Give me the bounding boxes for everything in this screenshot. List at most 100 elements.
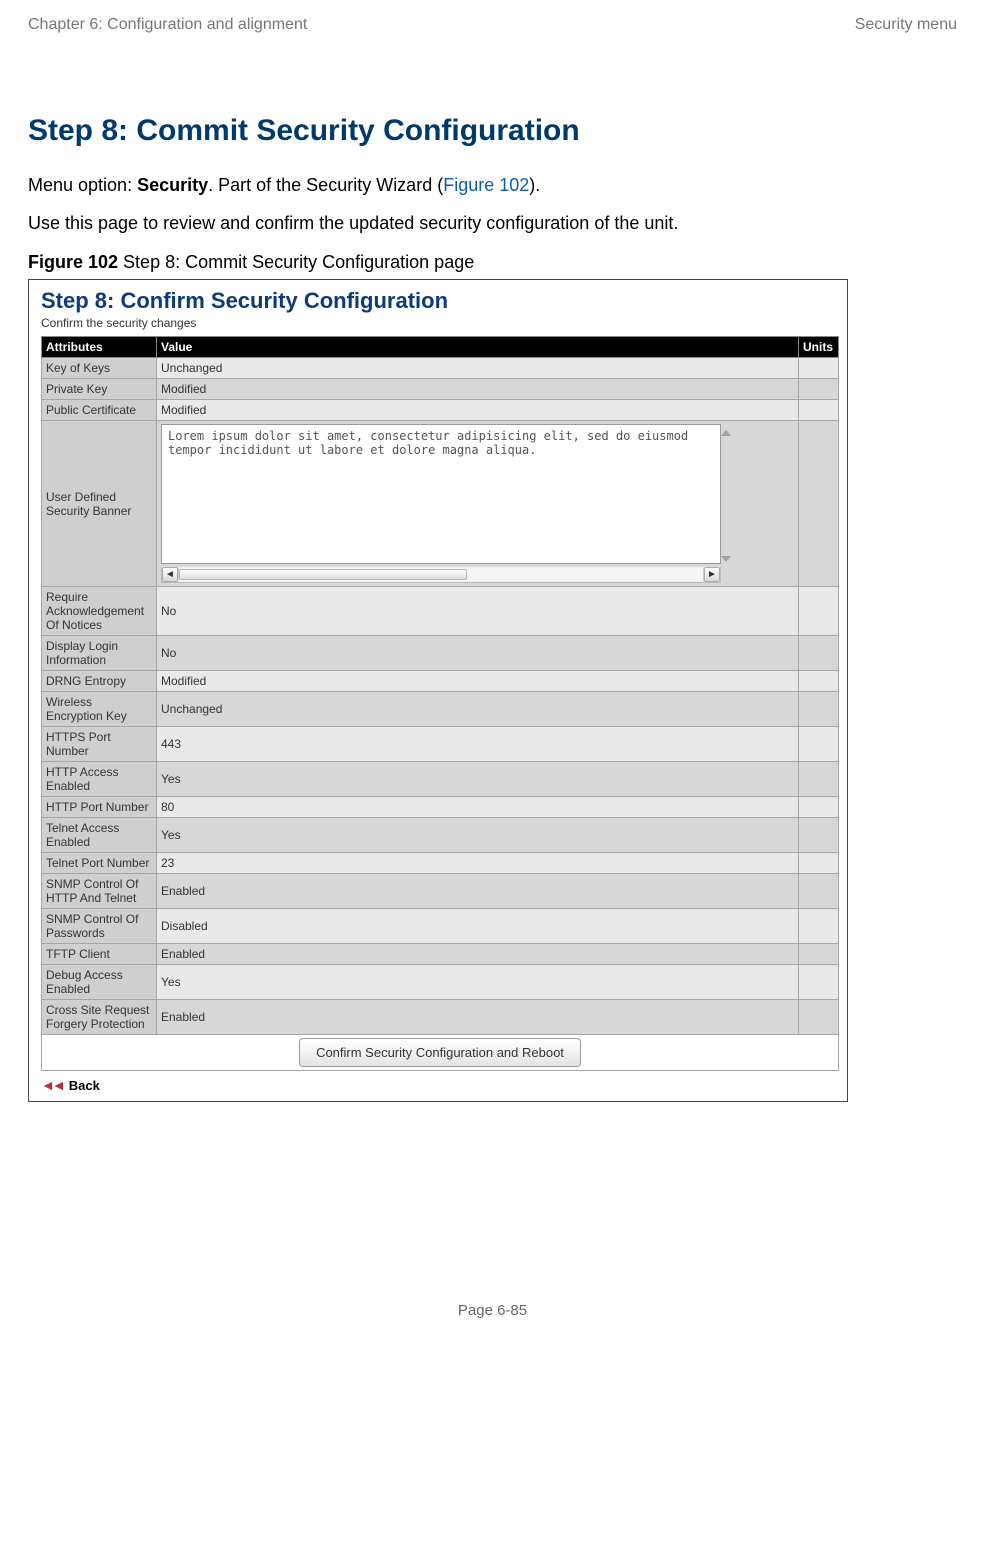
attr-cell: Wireless Encryption Key (42, 692, 157, 727)
value-cell: No (157, 587, 799, 636)
table-row: Public CertificateModified (42, 400, 839, 421)
attr-cell: Public Certificate (42, 400, 157, 421)
horizontal-scrollbar[interactable]: ◄► (161, 566, 721, 583)
units-cell (799, 727, 839, 762)
table-row: HTTPS Port Number443 (42, 727, 839, 762)
chapter-label: Chapter 6: Configuration and alignment (28, 16, 307, 34)
back-label: Back (69, 1078, 100, 1093)
table-row: Telnet Port Number23 (42, 853, 839, 874)
security-banner-textarea[interactable]: Lorem ipsum dolor sit amet, consectetur … (161, 424, 721, 564)
attr-cell: Require Acknowledgement Of Notices (42, 587, 157, 636)
value-cell: Yes (157, 818, 799, 853)
value-cell: 443 (157, 727, 799, 762)
units-cell (799, 358, 839, 379)
units-cell (799, 400, 839, 421)
table-row: DRNG EntropyModified (42, 671, 839, 692)
units-cell (799, 421, 839, 587)
units-cell (799, 874, 839, 909)
table-row: Wireless Encryption KeyUnchanged (42, 692, 839, 727)
table-row: Display Login InformationNo (42, 636, 839, 671)
attributes-table: Attributes Value Units Key of KeysUnchan… (41, 336, 839, 1071)
value-cell: Lorem ipsum dolor sit amet, consectetur … (157, 421, 799, 587)
value-cell: Enabled (157, 944, 799, 965)
table-row: Key of KeysUnchanged (42, 358, 839, 379)
value-cell: Unchanged (157, 358, 799, 379)
units-cell (799, 692, 839, 727)
col-attributes: Attributes (42, 337, 157, 358)
table-row: HTTP Port Number80 (42, 797, 839, 818)
menu-suffix: ). (529, 175, 540, 195)
scroll-track[interactable] (178, 568, 704, 581)
attr-cell: Display Login Information (42, 636, 157, 671)
page-prefix: Page (458, 1302, 497, 1319)
use-line: Use this page to review and confirm the … (28, 210, 957, 236)
scroll-down-icon (721, 556, 731, 562)
attr-cell: TFTP Client (42, 944, 157, 965)
table-row: SNMP Control Of HTTP And TelnetEnabled (42, 874, 839, 909)
back-link[interactable]: ◄◄ Back (41, 1077, 839, 1093)
figure-link[interactable]: Figure 102 (443, 175, 529, 195)
panel-title: Step 8: Confirm Security Configuration (41, 288, 839, 314)
value-cell: 80 (157, 797, 799, 818)
units-cell (799, 636, 839, 671)
units-cell (799, 965, 839, 1000)
table-row: User Defined Security BannerLorem ipsum … (42, 421, 839, 587)
value-cell: Yes (157, 762, 799, 797)
attr-cell: SNMP Control Of Passwords (42, 909, 157, 944)
back-arrows-icon: ◄◄ (41, 1077, 63, 1093)
units-cell (799, 853, 839, 874)
attr-cell: Debug Access Enabled (42, 965, 157, 1000)
value-cell: Enabled (157, 1000, 799, 1035)
units-cell (799, 797, 839, 818)
value-cell: Modified (157, 671, 799, 692)
attr-cell: HTTPS Port Number (42, 727, 157, 762)
table-row: Private KeyModified (42, 379, 839, 400)
attr-cell: User Defined Security Banner (42, 421, 157, 587)
units-cell (799, 587, 839, 636)
attr-cell: SNMP Control Of HTTP And Telnet (42, 874, 157, 909)
figure-caption-label: Figure 102 (28, 252, 118, 272)
units-cell (799, 762, 839, 797)
attr-cell: HTTP Access Enabled (42, 762, 157, 797)
attr-cell: Cross Site Request Forgery Protection (42, 1000, 157, 1035)
table-row: Telnet Access EnabledYes (42, 818, 839, 853)
units-cell (799, 909, 839, 944)
value-cell: Enabled (157, 874, 799, 909)
scroll-up-icon (721, 430, 731, 436)
value-cell: Yes (157, 965, 799, 1000)
figure-caption-text: Step 8: Commit Security Configuration pa… (118, 252, 474, 272)
menu-prefix: Menu option: (28, 175, 137, 195)
col-units: Units (799, 337, 839, 358)
attr-cell: Key of Keys (42, 358, 157, 379)
scroll-thumb[interactable] (179, 569, 467, 580)
table-row: Require Acknowledgement Of NoticesNo (42, 587, 839, 636)
menu-mid: . Part of the Security Wizard ( (208, 175, 443, 195)
units-cell (799, 671, 839, 692)
attr-cell: DRNG Entropy (42, 671, 157, 692)
confirm-reboot-button[interactable]: Confirm Security Configuration and Reboo… (299, 1038, 581, 1067)
page-title: Step 8: Commit Security Configuration (28, 114, 957, 148)
value-cell: Unchanged (157, 692, 799, 727)
units-cell (799, 944, 839, 965)
table-row: TFTP ClientEnabled (42, 944, 839, 965)
value-cell: Modified (157, 400, 799, 421)
scroll-left-icon: ◄ (162, 567, 178, 582)
page-number: 6-85 (497, 1302, 527, 1319)
table-row: Cross Site Request Forgery ProtectionEna… (42, 1000, 839, 1035)
menu-option-line: Menu option: Security. Part of the Secur… (28, 172, 957, 198)
attr-cell: HTTP Port Number (42, 797, 157, 818)
attr-cell: Private Key (42, 379, 157, 400)
figure-caption: Figure 102 Step 8: Commit Security Confi… (28, 252, 957, 273)
units-cell (799, 818, 839, 853)
vertical-scrollbar[interactable] (718, 426, 734, 566)
attr-cell: Telnet Port Number (42, 853, 157, 874)
units-cell (799, 1000, 839, 1035)
value-cell: No (157, 636, 799, 671)
menu-bold: Security (137, 175, 208, 195)
table-row: Debug Access EnabledYes (42, 965, 839, 1000)
value-cell: 23 (157, 853, 799, 874)
value-cell: Modified (157, 379, 799, 400)
table-row: HTTP Access EnabledYes (42, 762, 839, 797)
table-row: SNMP Control Of PasswordsDisabled (42, 909, 839, 944)
panel-subtitle: Confirm the security changes (41, 316, 839, 330)
